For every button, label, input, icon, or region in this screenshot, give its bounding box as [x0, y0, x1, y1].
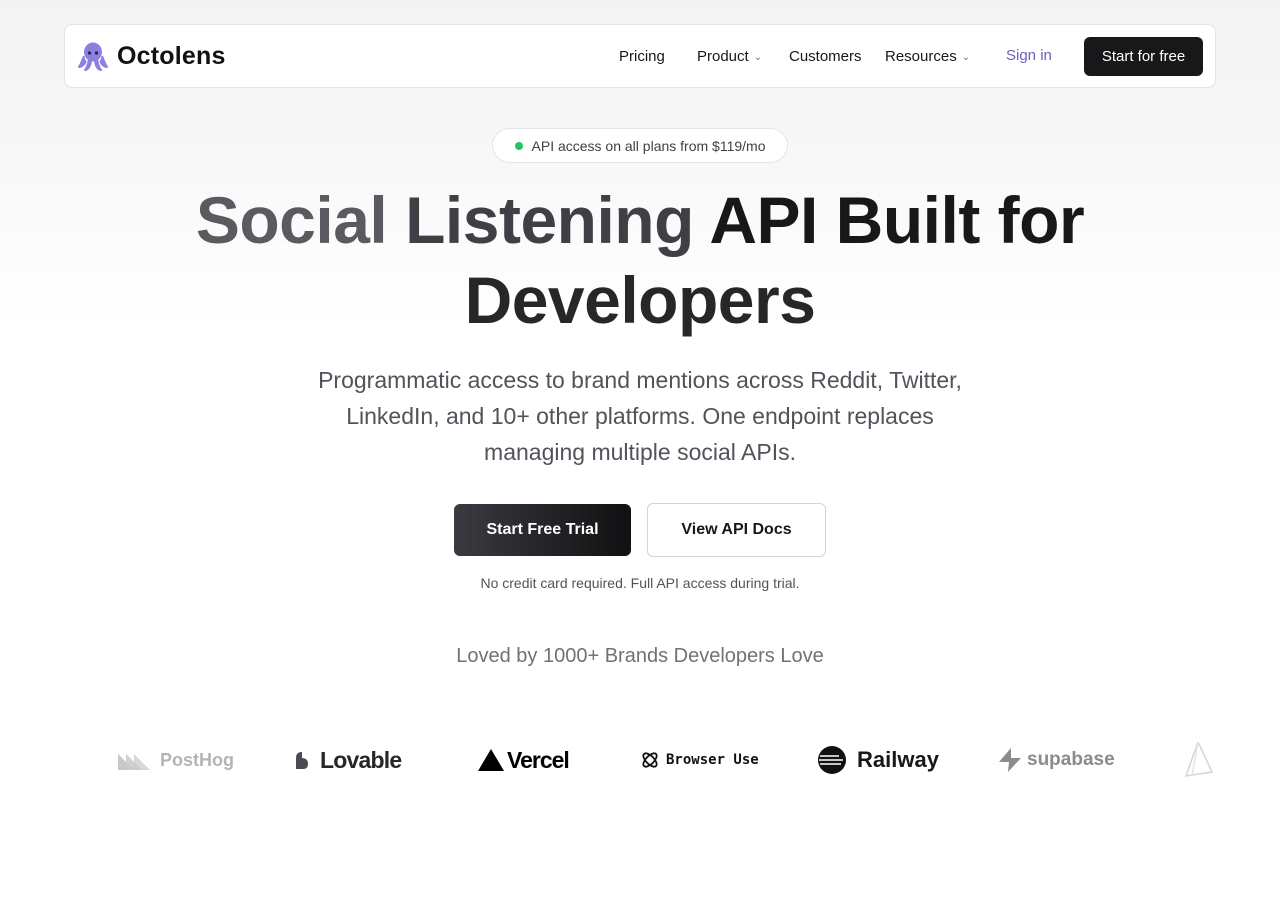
nav-item-customers[interactable]: Customers: [789, 48, 862, 65]
brand-logo[interactable]: Octolens: [77, 40, 226, 72]
logo-name: Vercel: [507, 746, 570, 773]
nav-item-product[interactable]: Product ⌄: [697, 48, 762, 65]
logo-name: PostHog: [160, 749, 234, 770]
logo-supabase: supabase: [999, 730, 1115, 790]
hero-subtitle: Programmatic access to brand mentions ac…: [318, 367, 962, 465]
hero-title-part3: API Built for: [709, 183, 1085, 257]
nav-item-label: Product: [697, 47, 749, 65]
chevron-down-icon: ⌄: [753, 51, 763, 63]
chevron-down-icon: ⌄: [961, 51, 971, 63]
hero-title: Social Listening API Built for Developer…: [140, 180, 1140, 340]
logo-vercel: Vercel: [478, 730, 570, 790]
nav-item-label: Pricing: [619, 47, 665, 65]
railway-icon: [818, 746, 846, 774]
trial-note: No credit card required. Full API access…: [480, 575, 800, 591]
nav-item-label: Customers: [789, 47, 862, 65]
hero-title-line2: Developers: [464, 263, 816, 337]
start-for-free-button[interactable]: Start for free: [1084, 37, 1203, 76]
nav-item-resources[interactable]: Resources ⌄: [885, 48, 970, 65]
customer-logos: PostHog Lovable Vercel Browser Use Railw…: [64, 730, 1216, 790]
nav-item-label: Resources: [885, 47, 957, 65]
logo-name: supabase: [1027, 749, 1115, 770]
prism-icon: [1184, 742, 1214, 777]
logo-posthog: PostHog: [118, 730, 234, 790]
sign-in-link[interactable]: Sign in: [1006, 47, 1052, 64]
logo-name: Browser Use: [666, 752, 759, 768]
logo-browser-use: Browser Use: [640, 730, 759, 790]
hero-title-part2: Listening: [405, 183, 710, 257]
octopus-icon: [78, 42, 108, 71]
status-dot-icon: [514, 141, 523, 150]
api-access-badge[interactable]: API access on all plans from $119/mo: [492, 128, 788, 163]
nav-item-pricing[interactable]: Pricing: [619, 48, 665, 65]
vercel-triangle-icon: [478, 749, 504, 771]
hero-title-part1: Social: [195, 183, 406, 257]
view-api-docs-button[interactable]: View API Docs: [647, 503, 826, 557]
top-navbar: Octolens Pricing Product ⌄ Customers Res…: [64, 24, 1216, 88]
posthog-icon: [118, 754, 150, 770]
logo-railway: Railway: [817, 730, 939, 790]
brand-name: Octolens: [117, 41, 226, 70]
lovable-heart-icon: [296, 752, 308, 769]
logo-name: Railway: [857, 747, 939, 772]
logo-name: Lovable: [320, 746, 402, 773]
supabase-bolt-icon: [999, 748, 1021, 772]
start-free-trial-button[interactable]: Start Free Trial: [454, 504, 631, 556]
badge-text: API access on all plans from $119/mo: [531, 137, 766, 154]
social-proof-heading: Loved by 1000+ Brands Developers Love: [456, 645, 824, 667]
browser-use-icon: [642, 752, 658, 768]
logo-lovable: Lovable: [294, 730, 402, 790]
logo-partial: [1184, 730, 1214, 790]
